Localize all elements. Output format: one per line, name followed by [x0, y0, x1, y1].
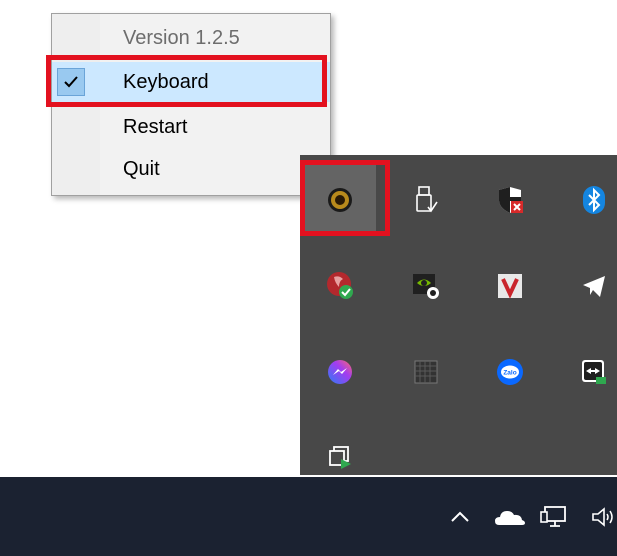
volume-icon	[592, 507, 613, 527]
bluetooth-icon	[583, 186, 605, 214]
menu-item-keyboard-label: Keyboard	[123, 70, 209, 93]
menu-item-restart-label: Restart	[123, 115, 188, 138]
tray-context-menu: Version 1.2.5 Keyboard Restart Quit	[51, 13, 331, 196]
tray-item-bluetooth[interactable]	[558, 164, 617, 236]
onedrive-button[interactable]	[490, 497, 530, 537]
tray-overflow-panel: Zalo	[300, 155, 617, 475]
checkmark-icon	[57, 68, 85, 96]
network-icon	[540, 506, 566, 527]
telegram-icon	[583, 276, 605, 297]
menu-item-quit-label: Quit	[123, 157, 160, 180]
usb-safely-remove-icon	[416, 186, 438, 213]
messenger-icon	[328, 360, 352, 384]
tray-item-telegram[interactable]	[558, 250, 617, 322]
tray-item-zalo[interactable]: Zalo	[474, 336, 546, 408]
menu-item-quit[interactable]: Quit	[52, 149, 330, 189]
zalo-icon: Zalo	[497, 359, 523, 385]
show-hidden-icons-button[interactable]	[440, 497, 480, 537]
taskbar	[0, 477, 617, 556]
teamviewer-icon	[582, 360, 606, 384]
v-app-icon	[498, 274, 522, 299]
network-button[interactable]	[534, 497, 574, 537]
chevron-up-icon	[451, 511, 469, 522]
app-round-icon	[328, 188, 352, 212]
tray-item-nvidia[interactable]	[390, 250, 462, 322]
copy-app-icon	[329, 446, 351, 469]
onedrive-cloud-icon	[495, 511, 525, 525]
menu-item-version-label: Version 1.2.5	[123, 26, 240, 49]
tray-item-usb[interactable]	[390, 164, 462, 236]
tray-item-defender[interactable]	[304, 250, 376, 322]
tray-item-app-round[interactable]	[304, 164, 376, 236]
security-shield-icon	[499, 187, 523, 213]
menu-item-version: Version 1.2.5	[52, 18, 330, 58]
tray-item-teamviewer[interactable]	[558, 336, 617, 408]
grid-app-icon	[414, 360, 438, 384]
volume-button[interactable]	[584, 497, 617, 537]
tray-item-messenger[interactable]	[304, 336, 376, 408]
menu-item-keyboard[interactable]: Keyboard	[52, 62, 330, 102]
menu-item-restart[interactable]: Restart	[52, 107, 330, 147]
defender-shield-icon	[327, 272, 353, 299]
zalo-icon-text: Zalo	[503, 370, 516, 377]
tray-item-security[interactable]	[474, 164, 546, 236]
tray-item-grid-app[interactable]	[390, 336, 462, 408]
tray-item-v-app[interactable]	[474, 250, 546, 322]
nvidia-icon	[413, 274, 439, 299]
